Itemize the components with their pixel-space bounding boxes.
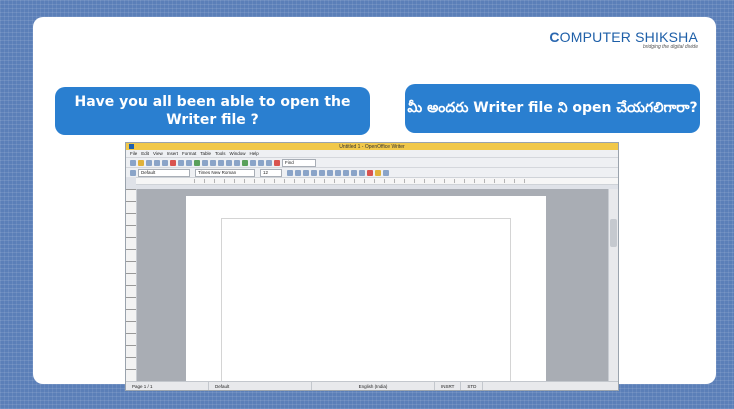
undo-icon[interactable]: [226, 159, 232, 166]
status-page: Page 1 / 1: [126, 382, 209, 390]
english-question-bubble: Have you all been able to open the Write…: [55, 87, 370, 135]
align-center-icon[interactable]: [319, 169, 325, 176]
menu-tools[interactable]: Tools: [215, 151, 226, 156]
menu-help[interactable]: Help: [250, 151, 259, 156]
vertical-ruler[interactable]: [126, 189, 137, 382]
open-folder-icon[interactable]: [138, 159, 144, 166]
status-insert-mode: INSRT: [435, 382, 462, 390]
computer-shiksha-logo: COMPUTER SHIKSHA bridging the digital di…: [549, 29, 698, 50]
document-page[interactable]: [186, 196, 546, 390]
formatting-toolbar: Default Times New Roman 12: [126, 167, 618, 177]
hyperlink-icon[interactable]: [242, 159, 248, 166]
standard-toolbar: Find: [126, 157, 618, 167]
font-size-select[interactable]: 12: [260, 168, 282, 177]
telugu-question-bubble: మీ అందరు Writer file ని open చేయగలిగారా?: [405, 84, 700, 133]
find-input[interactable]: Find: [282, 158, 316, 167]
copy-icon[interactable]: [210, 159, 216, 166]
indent-icon[interactable]: [359, 169, 365, 176]
document-area: [126, 189, 618, 390]
background-color-icon[interactable]: [383, 169, 389, 176]
spellcheck-icon[interactable]: [194, 159, 200, 166]
text-boundaries: [221, 218, 511, 390]
scrollbar-thumb[interactable]: [610, 219, 617, 247]
paste-icon[interactable]: [218, 159, 224, 166]
status-bar: Page 1 / 1 Default English (India) INSRT…: [126, 381, 618, 390]
export-pdf-icon[interactable]: [170, 159, 176, 166]
horizontal-ruler[interactable]: [136, 177, 618, 185]
menu-bar: File Edit View Insert Format Table Tools…: [126, 150, 618, 157]
slide: COMPUTER SHIKSHA bridging the digital di…: [33, 17, 716, 391]
redo-icon[interactable]: [234, 159, 240, 166]
navigator-icon[interactable]: [258, 159, 264, 166]
menu-insert[interactable]: Insert: [167, 151, 178, 156]
new-document-icon[interactable]: [130, 159, 136, 166]
menu-file[interactable]: File: [130, 151, 137, 156]
font-color-icon[interactable]: [367, 169, 373, 176]
paragraph-style-select[interactable]: Default: [138, 168, 190, 177]
email-icon[interactable]: [154, 159, 160, 166]
font-name-select[interactable]: Times New Roman: [195, 168, 255, 177]
align-right-icon[interactable]: [327, 169, 333, 176]
bullets-icon[interactable]: [351, 169, 357, 176]
menu-view[interactable]: View: [153, 151, 163, 156]
menu-window[interactable]: Window: [230, 151, 246, 156]
menu-edit[interactable]: Edit: [141, 151, 149, 156]
cut-icon[interactable]: [202, 159, 208, 166]
print-icon[interactable]: [178, 159, 184, 166]
numbering-icon[interactable]: [343, 169, 349, 176]
highlight-icon[interactable]: [375, 169, 381, 176]
openoffice-writer-window: Untitled 1 - OpenOffice Writer File Edit…: [125, 142, 619, 391]
justify-icon[interactable]: [335, 169, 341, 176]
status-style: Default: [209, 382, 312, 390]
align-left-icon[interactable]: [311, 169, 317, 176]
table-icon[interactable]: [250, 159, 256, 166]
window-title: Untitled 1 - OpenOffice Writer: [339, 143, 405, 150]
styles-icon[interactable]: [130, 169, 136, 176]
writer-app-icon: [129, 144, 134, 149]
gallery-icon[interactable]: [266, 159, 272, 166]
edit-file-icon[interactable]: [162, 159, 168, 166]
page-preview-icon[interactable]: [186, 159, 192, 166]
italic-icon[interactable]: [295, 169, 301, 176]
status-language: English (India): [312, 382, 435, 390]
logo-text: COMPUTER SHIKSHA: [549, 29, 698, 45]
save-icon[interactable]: [146, 159, 152, 166]
vertical-scrollbar[interactable]: [608, 189, 618, 382]
window-title-bar: Untitled 1 - OpenOffice Writer: [126, 143, 618, 150]
menu-table[interactable]: Table: [200, 151, 211, 156]
menu-format[interactable]: Format: [182, 151, 196, 156]
status-selection-mode: STD: [461, 382, 484, 390]
underline-icon[interactable]: [303, 169, 309, 176]
bold-icon[interactable]: [287, 169, 293, 176]
help-icon[interactable]: [274, 159, 280, 166]
